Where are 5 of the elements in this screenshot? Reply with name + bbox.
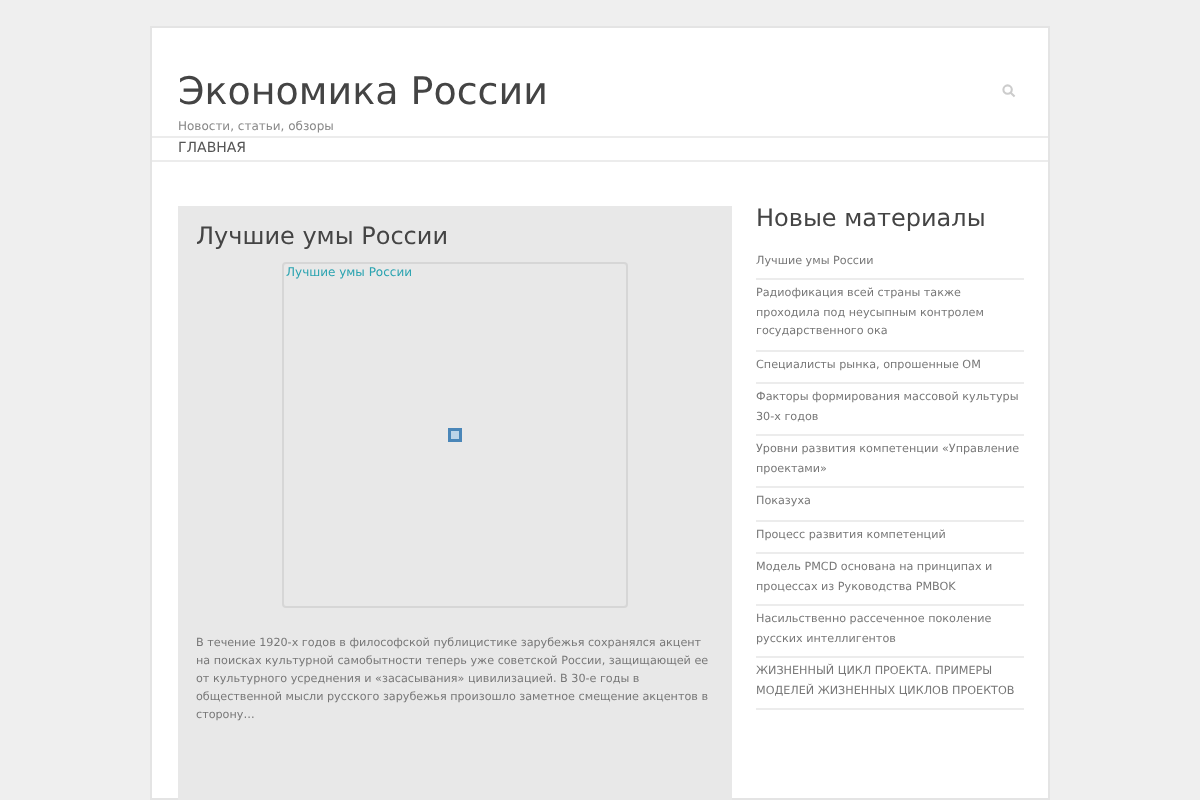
site-title[interactable]: Экономика России [178,68,548,116]
broken-image-icon [448,427,462,441]
post-title[interactable]: Лучшие умы России [196,217,714,253]
search-icon[interactable] [1002,84,1016,98]
sidebar-heading: Новые материалы [756,201,988,235]
